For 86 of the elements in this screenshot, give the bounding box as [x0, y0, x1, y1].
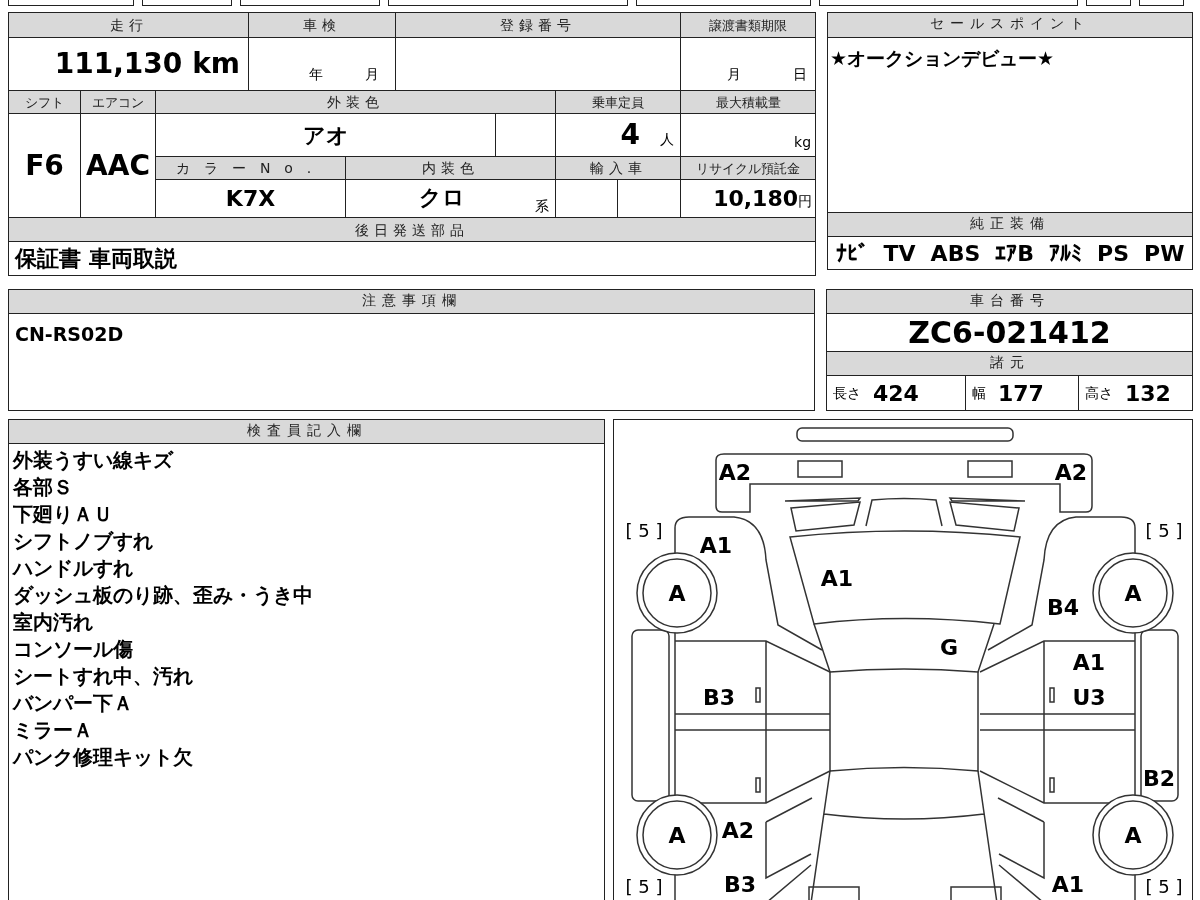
unit-label: 月	[727, 66, 742, 82]
spec-value: 424	[873, 379, 919, 408]
field-label: 登録番号	[395, 12, 681, 38]
field-value: AAC	[86, 148, 150, 182]
unit-label: 月	[365, 66, 380, 82]
spec-value: 132	[1125, 379, 1171, 408]
unit-label: 年	[309, 66, 324, 82]
spec-value: 177	[998, 379, 1044, 408]
equipment-item: PS	[1097, 239, 1130, 268]
inspector-note: シフトノブすれ	[13, 528, 154, 555]
section-heading: 諸元	[827, 352, 1192, 376]
damage-code: B3	[723, 871, 757, 897]
section-heading: 純正装備	[828, 213, 1192, 237]
unit-label: kg	[794, 134, 812, 150]
spec-label: 高さ	[1085, 383, 1113, 403]
damage-code: A2	[718, 459, 752, 485]
recycle-fee-value: 10,180	[713, 186, 799, 211]
inspector-note: 下廻りＡＵ	[13, 501, 114, 528]
inspector-note: 各部Ｓ	[13, 474, 74, 501]
field-value: 4	[620, 118, 641, 151]
damage-code: A2	[721, 817, 755, 843]
equipment-item: ABS	[930, 239, 981, 268]
inspector-note: ハンドルすれ	[13, 555, 134, 582]
chassis-number-value: ZC6-021412	[908, 315, 1111, 350]
tire-grade: A	[1124, 580, 1142, 606]
damage-code: A1	[699, 532, 733, 558]
tire-grade: A	[1124, 822, 1142, 848]
damage-code: B4	[1046, 594, 1080, 620]
section-heading: 注意事項欄	[9, 290, 814, 314]
equipment-item: ｴｱB	[995, 239, 1035, 268]
field-label: 最大積載量	[680, 90, 816, 114]
inspector-note: コンソール傷	[13, 636, 134, 663]
damage-code: U3	[1072, 684, 1106, 710]
field-label: 乗車定員	[555, 90, 681, 114]
field-label: リサイクル預託金	[680, 156, 816, 180]
tread-depth: [ 5 ]	[625, 875, 663, 897]
field-value: K7X	[225, 186, 276, 211]
damage-code: B3	[702, 684, 736, 710]
section-heading: セールスポイント	[828, 13, 1192, 38]
equipment-item: ﾅﾋﾞ	[835, 239, 869, 268]
inspector-note: ダッシュ板のり跡、歪み・うき中	[13, 582, 314, 609]
tread-depth: [ 5 ]	[625, 519, 663, 541]
section-heading: 車台番号	[827, 290, 1192, 314]
equipment-item: ｱﾙﾐ	[1049, 239, 1083, 268]
field-value: クロ	[419, 184, 466, 210]
sales-point-text: ★オークションデビュー★	[830, 47, 1055, 69]
field-label: 外装色	[155, 90, 556, 114]
inspector-note: 室内汚れ	[13, 609, 94, 636]
tire-grade: A	[668, 580, 686, 606]
field-label: 後日発送部品	[8, 217, 816, 242]
notes-text: CN-RS02D	[15, 323, 124, 345]
tread-depth: [ 5 ]	[1145, 519, 1183, 541]
tread-depth: [ 5 ]	[1145, 875, 1183, 897]
spec-label: 幅	[972, 383, 986, 403]
equipment-item: PW	[1144, 239, 1185, 268]
field-value: アオ	[302, 122, 349, 148]
section-heading: 検査員記入欄	[9, 420, 604, 444]
inspector-note: パンク修理キット欠	[13, 744, 194, 771]
damage-code: A1	[820, 565, 854, 591]
equipment-item: TV	[883, 239, 916, 268]
inspector-note: バンパー下Ａ	[13, 690, 134, 717]
inspector-note: 外装うすい線キズ	[13, 447, 175, 474]
damage-code: G	[939, 634, 959, 660]
unit-label: 系	[535, 197, 550, 214]
inspector-note: シートすれ中、汚れ	[13, 663, 194, 690]
later-shipping-parts-text: 保証書 車両取説	[15, 246, 177, 271]
damage-code: A1	[1051, 871, 1085, 897]
field-label: 譲渡書類期限	[680, 12, 816, 38]
inspector-note: ミラーＡ	[13, 717, 94, 744]
field-label: シフト	[8, 90, 81, 114]
damage-code: A2	[1054, 459, 1088, 485]
field-label: 輸入車	[555, 156, 681, 180]
tire-grade: A	[668, 822, 686, 848]
unit-label: 円	[798, 193, 813, 209]
unit-label: km	[192, 47, 241, 80]
mileage-value: 111,130	[54, 47, 183, 80]
field-value: F6	[25, 148, 64, 182]
damage-code: A1	[1072, 649, 1106, 675]
damage-code: B2	[1142, 765, 1176, 791]
field-label: カラーNo.	[155, 156, 346, 180]
field-label: 内装色	[345, 156, 556, 180]
field-label: 走行	[8, 12, 249, 38]
spec-label: 長さ	[833, 383, 861, 403]
unit-label: 日	[793, 66, 808, 82]
field-label: 車検	[248, 12, 396, 38]
unit-label: 人	[660, 131, 675, 147]
